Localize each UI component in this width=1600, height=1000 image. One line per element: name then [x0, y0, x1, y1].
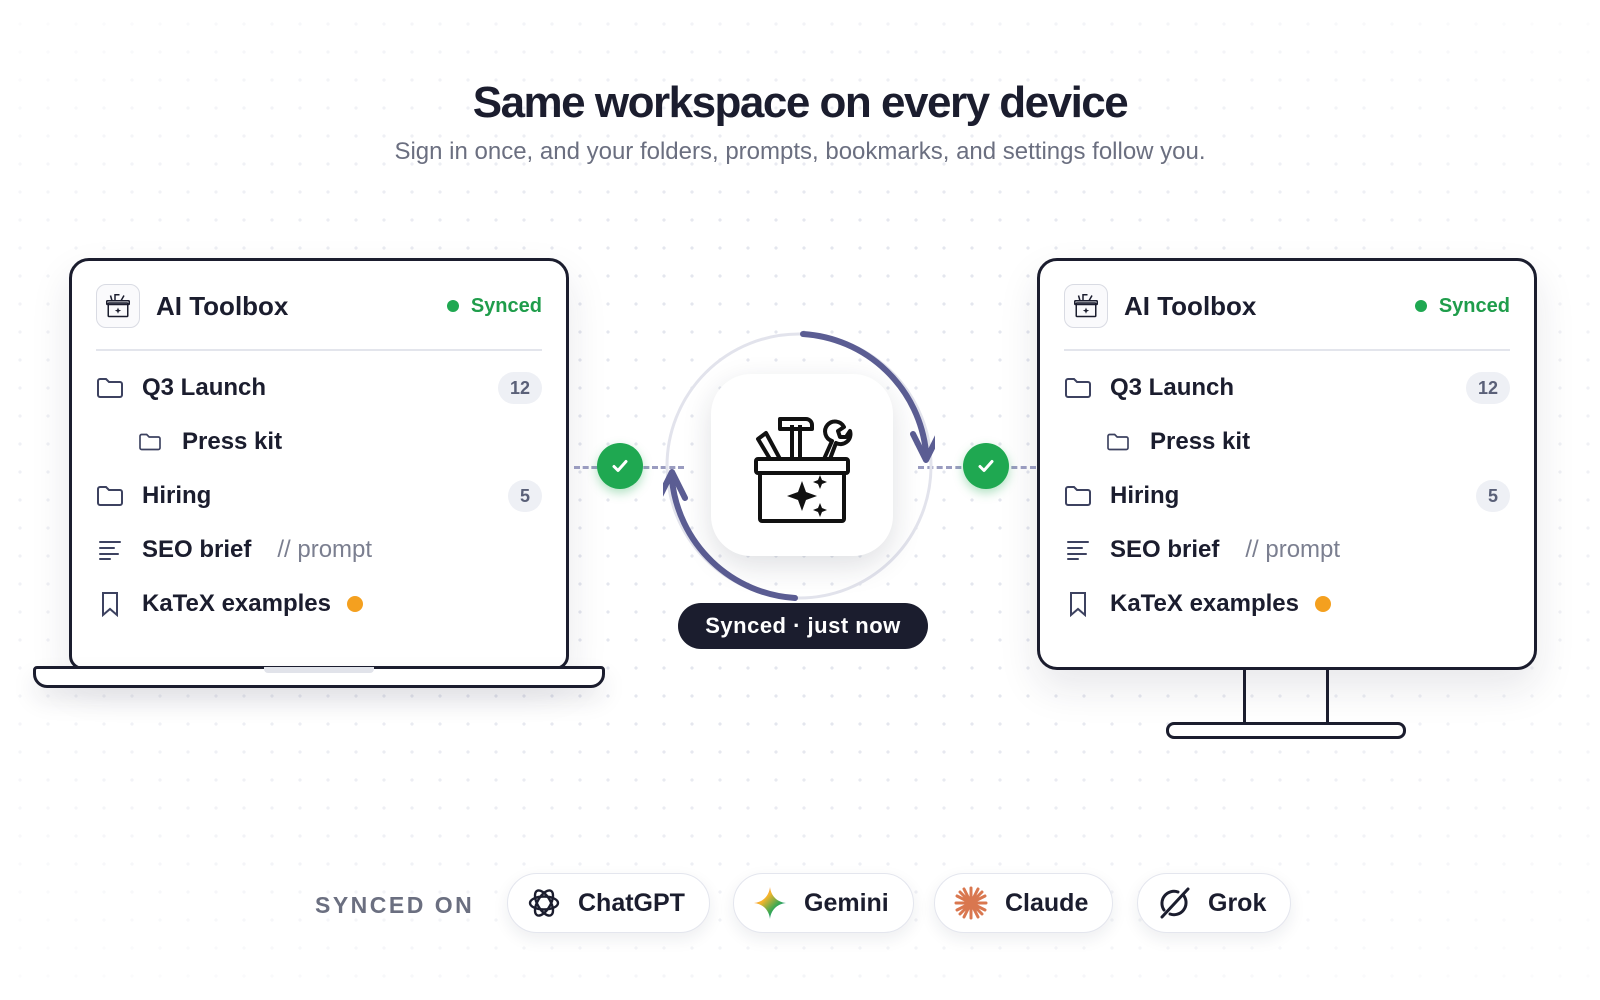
folder-icon [136, 428, 164, 456]
bookmark-label: KaTeX examples [142, 590, 331, 617]
bookmark-item[interactable]: KaTeX examples [1064, 577, 1510, 631]
folder-icon [96, 374, 124, 402]
gemini-icon [750, 883, 790, 923]
monitor-stand-foot [1166, 722, 1406, 739]
folder-icon [1104, 428, 1132, 456]
app-hub-tile [711, 374, 893, 556]
bookmark-icon [96, 590, 124, 618]
count-badge: 12 [1466, 372, 1510, 404]
count-badge: 5 [1476, 480, 1510, 512]
bookmark-label: KaTeX examples [1110, 590, 1299, 617]
folder-item[interactable]: Q3 Launch 12 [96, 361, 542, 415]
app-title: AI Toolbox [1124, 290, 1257, 321]
folder-label: Hiring [142, 482, 212, 509]
prompt-label: SEO brief [1110, 536, 1220, 563]
count-badge: 5 [508, 480, 542, 512]
folder-icon [1064, 482, 1092, 510]
status-dot-icon [446, 300, 459, 312]
folder-item[interactable]: Q3 Launch 12 [1064, 361, 1510, 415]
app-title: AI Toolbox [156, 290, 289, 321]
toolbox-logo-icon [1064, 284, 1108, 328]
synced-on-label: SYNCED ON [315, 892, 475, 918]
laptop-notch [264, 667, 374, 673]
platform-name: Claude [1005, 888, 1089, 917]
platform-chip-claude[interactable]: Claude [934, 873, 1114, 933]
prompt-lines-icon [1064, 536, 1092, 564]
toolbox-sparkle-icon [754, 417, 853, 523]
subfolder-item[interactable]: Press kit [96, 415, 542, 469]
platform-name: Gemini [804, 888, 889, 917]
prompt-tag: // prompt [277, 536, 373, 563]
folder-label: Q3 Launch [142, 374, 267, 401]
claude-icon [951, 883, 991, 923]
panel-divider [1064, 349, 1510, 351]
monitor-stand-neck [1326, 670, 1329, 724]
unread-dot [1315, 596, 1331, 612]
check-icon [597, 443, 643, 489]
prompt-tag: // prompt [1245, 536, 1341, 563]
panel-header: AI Toolbox Synced [1064, 284, 1510, 331]
monitor-stand-neck [1243, 670, 1246, 724]
sync-status-label: Synced [470, 294, 542, 317]
platform-chip-gemini[interactable]: Gemini [733, 873, 914, 933]
platform-name: Grok [1208, 888, 1267, 917]
prompt-item[interactable]: SEO brief // prompt [1064, 523, 1510, 577]
folder-label: Press kit [1150, 428, 1251, 455]
bookmark-icon [1064, 590, 1092, 618]
sync-time-pill: Synced · just now [678, 603, 928, 649]
folder-icon [96, 482, 124, 510]
folder-label: Hiring [1110, 482, 1180, 509]
sync-status-badge: Synced [446, 294, 542, 318]
sync-status-label: Synced [1438, 294, 1510, 317]
panel-divider [96, 349, 542, 351]
grok-icon [1154, 883, 1194, 923]
folder-item[interactable]: Hiring 5 [1064, 469, 1510, 523]
folder-label: Q3 Launch [1110, 374, 1235, 401]
chatgpt-icon [524, 883, 564, 923]
sync-status-badge: Synced [1414, 294, 1510, 318]
unread-dot [347, 596, 363, 612]
count-badge: 12 [498, 372, 542, 404]
prompt-label: SEO brief [142, 536, 252, 563]
folder-icon [1064, 374, 1092, 402]
status-dot-icon [1414, 300, 1427, 312]
toolbox-logo-icon [96, 284, 140, 328]
page-subtitle: Sign in once, and your folders, prompts,… [394, 138, 1206, 165]
prompt-item[interactable]: SEO brief // prompt [96, 523, 542, 577]
subfolder-item[interactable]: Press kit [1064, 415, 1510, 469]
page-title: Same workspace on every device [472, 78, 1129, 127]
bookmark-item[interactable]: KaTeX examples [96, 577, 542, 631]
laptop-screen: AI Toolbox Synced Q3 Launch 12 Press kit… [69, 258, 569, 670]
folder-item[interactable]: Hiring 5 [96, 469, 542, 523]
panel-header: AI Toolbox Synced [96, 284, 542, 331]
platform-chip-chatgpt[interactable]: ChatGPT [507, 873, 710, 933]
prompt-lines-icon [96, 536, 124, 564]
check-icon [963, 443, 1009, 489]
folder-label: Press kit [182, 428, 283, 455]
monitor-screen: AI Toolbox Synced Q3 Launch 12 Press kit… [1037, 258, 1537, 670]
platform-name: ChatGPT [578, 888, 685, 917]
platform-chip-grok[interactable]: Grok [1137, 873, 1292, 933]
